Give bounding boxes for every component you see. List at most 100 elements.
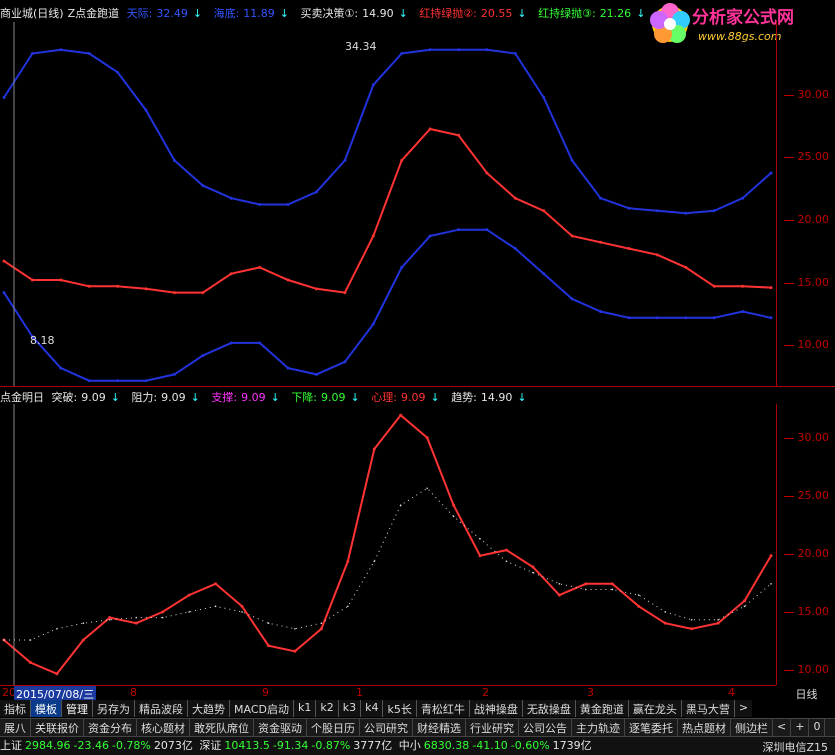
- data-point: [513, 247, 517, 251]
- data-point: [144, 379, 148, 383]
- data-point: [201, 184, 205, 188]
- tab-guanli[interactable]: 管理: [62, 700, 93, 717]
- data-point: [229, 272, 233, 276]
- data-point: [684, 316, 688, 320]
- tab-lingcunwei[interactable]: 另存为: [93, 700, 135, 717]
- data-point: [201, 354, 205, 358]
- data-point: [513, 51, 517, 55]
- sidebar-toggle[interactable]: 侧边栏: [731, 719, 773, 736]
- data-point: [172, 372, 176, 376]
- func-item[interactable]: 个股日历: [307, 719, 360, 736]
- data-point: [655, 253, 659, 257]
- series-line-1: [3, 228, 772, 382]
- func-item[interactable]: 资金分布: [84, 719, 137, 736]
- broker-label: 深圳电信Z15: [762, 741, 828, 754]
- data-point: [485, 48, 489, 52]
- tab-zhanshen[interactable]: 战神操盘: [469, 700, 523, 717]
- tab-zhibiao[interactable]: 指标: [0, 700, 31, 717]
- func-item[interactable]: 行业研究: [466, 719, 519, 736]
- func-item[interactable]: 资金驱动: [254, 719, 307, 736]
- data-point: [286, 278, 290, 282]
- stock-title: 商业城(日线): [0, 7, 64, 20]
- data-point: [627, 316, 631, 320]
- data-point: [214, 582, 218, 586]
- sub-chart[interactable]: [0, 404, 835, 685]
- func-item[interactable]: 敢死队席位: [190, 719, 254, 736]
- data-point: [769, 171, 773, 175]
- tab-k2[interactable]: k2: [316, 700, 339, 717]
- data-point: [584, 582, 588, 586]
- data-point: [286, 203, 290, 206]
- data-point: [2, 96, 6, 100]
- tab-k4[interactable]: k4: [361, 700, 384, 717]
- data-point: [201, 291, 205, 295]
- data-point: [82, 622, 85, 624]
- tab-k1[interactable]: k1: [293, 700, 317, 717]
- market-status-bar: 上证 2984.96 -23.46 -0.78% 2073亿 深证 10413.5 -91.…: [0, 736, 835, 755]
- data-point: [570, 234, 574, 238]
- data-point: [400, 51, 404, 55]
- func-item[interactable]: 核心题材: [137, 719, 190, 736]
- tab-moban[interactable]: 模板: [31, 700, 62, 717]
- data-point: [479, 538, 481, 540]
- data-point: [172, 291, 176, 295]
- tabs-more-button[interactable]: >: [734, 700, 753, 717]
- data-point: [425, 436, 429, 440]
- tab-heima[interactable]: 黑马大营: [681, 700, 735, 717]
- func-item[interactable]: 逐笔委托: [625, 719, 678, 736]
- func-item[interactable]: 主力轨迹: [572, 719, 625, 736]
- tab-huangjin[interactable]: 黄金跑道: [575, 700, 629, 717]
- func-item[interactable]: 热点题材: [678, 719, 731, 736]
- data-point: [108, 616, 112, 620]
- data-point: [2, 291, 6, 295]
- data-point: [59, 366, 63, 370]
- data-point: [684, 211, 688, 215]
- data-point: [599, 240, 603, 244]
- y-tick: 20.00: [783, 547, 829, 560]
- data-point: [372, 447, 376, 451]
- data-point: [286, 366, 290, 370]
- data-point: [294, 628, 296, 630]
- data-point: [690, 619, 693, 621]
- func-item[interactable]: 关联报价: [31, 719, 84, 736]
- data-point: [144, 108, 148, 112]
- data-point: [116, 284, 120, 288]
- data-point: [485, 228, 489, 232]
- tab-jingpin[interactable]: 精品波段: [135, 700, 188, 717]
- data-point: [610, 582, 614, 586]
- data-point: [134, 621, 138, 625]
- data-point: [741, 284, 745, 288]
- data-point: [599, 196, 603, 200]
- tab-wudi[interactable]: 无敌操盘: [522, 700, 576, 717]
- tab-yingzai[interactable]: 赢在龙头: [628, 700, 682, 717]
- data-point: [712, 284, 716, 288]
- data-point: [399, 504, 402, 506]
- y-tick: 20.00: [783, 213, 829, 226]
- arrow-down-icon: ↓: [110, 391, 120, 404]
- data-point: [161, 616, 164, 619]
- zoom-in-button[interactable]: +: [791, 719, 810, 736]
- tab-k3[interactable]: k3: [338, 700, 362, 717]
- data-point: [712, 209, 716, 213]
- y-tick: 15.00: [783, 605, 829, 618]
- data-point: [314, 190, 318, 194]
- main-y-axis: 30.00 25.00 20.00 15.00 10.00: [776, 22, 835, 387]
- tab-qingsong[interactable]: 青松红牛: [416, 700, 470, 717]
- data-point: [743, 605, 746, 608]
- data-point: [663, 621, 667, 625]
- data-point: [29, 639, 32, 641]
- header-item-decision: 买卖决策①: 14.90 ↓: [300, 7, 408, 20]
- func-item[interactable]: 公司公告: [519, 719, 572, 736]
- data-point: [30, 51, 34, 55]
- func-item[interactable]: 展八: [0, 719, 31, 736]
- tab-daqushi[interactable]: 大趋势: [188, 700, 230, 717]
- tab-k5[interactable]: k5长: [383, 700, 417, 717]
- data-point: [319, 627, 323, 631]
- func-item[interactable]: 公司研究: [360, 719, 413, 736]
- indicator-name[interactable]: Z点金跑道: [68, 7, 120, 20]
- func-item[interactable]: 财经精选: [413, 719, 466, 736]
- main-chart[interactable]: 34.34 8.18: [0, 22, 835, 387]
- tab-macd[interactable]: MACD启动: [230, 700, 294, 717]
- nav-prev-button[interactable]: <: [773, 719, 792, 736]
- zero-button[interactable]: 0: [809, 719, 826, 736]
